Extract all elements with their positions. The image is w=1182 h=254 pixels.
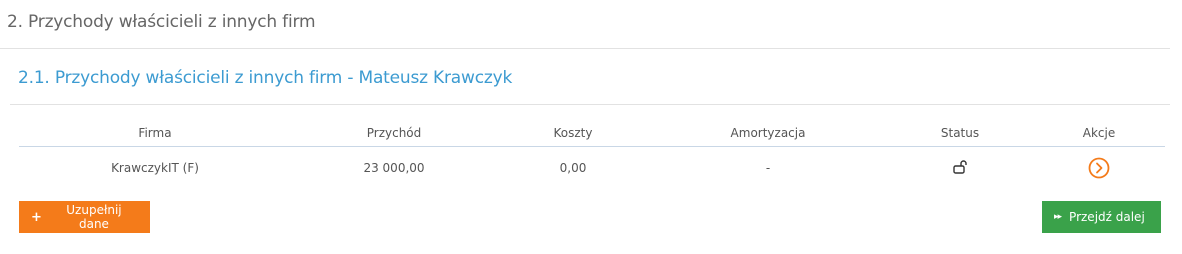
- cell-koszty: 0,00: [559, 161, 587, 175]
- header-koszty: Koszty: [553, 126, 593, 140]
- unlocked-padlock-icon: [953, 160, 967, 174]
- header-akcje: Akcje: [1082, 126, 1116, 140]
- plus-icon: +: [31, 209, 42, 225]
- fast-forward-icon: ▸▸: [1054, 211, 1062, 222]
- section-title: 2. Przychody właścicieli z innych firm: [7, 12, 316, 32]
- subsection-divider: [10, 104, 1170, 105]
- header-amortyzacja: Amortyzacja: [730, 126, 806, 140]
- next-step-button[interactable]: ▸▸ Przejdź dalej: [1042, 201, 1161, 233]
- next-step-label: Przejdź dalej: [1069, 210, 1145, 224]
- table-header: Firma Przychód Koszty Amortyzacja Status…: [19, 118, 1165, 147]
- fill-data-button[interactable]: + Uzupełnij dane: [19, 201, 150, 233]
- cell-przychod: 23 000,00: [363, 161, 425, 175]
- section-divider: [0, 48, 1170, 49]
- income-table: Firma Przychód Koszty Amortyzacja Status…: [19, 118, 1165, 189]
- fill-data-label: Uzupełnij dane: [66, 203, 122, 231]
- table-row: KrawczykIT (F) 23 000,00 0,00 -: [19, 147, 1165, 189]
- circle-chevron-right-icon[interactable]: [1088, 157, 1110, 179]
- header-firma: Firma: [138, 126, 172, 140]
- cell-amortyzacja: -: [765, 161, 771, 175]
- header-status: Status: [940, 126, 980, 140]
- header-przychod: Przychód: [366, 126, 422, 140]
- cell-firma: KrawczykIT (F): [111, 161, 199, 175]
- page: 2. Przychody właścicieli z innych firm 2…: [0, 0, 1182, 254]
- subsection-title: 2.1. Przychody właścicieli z innych firm…: [18, 68, 513, 88]
